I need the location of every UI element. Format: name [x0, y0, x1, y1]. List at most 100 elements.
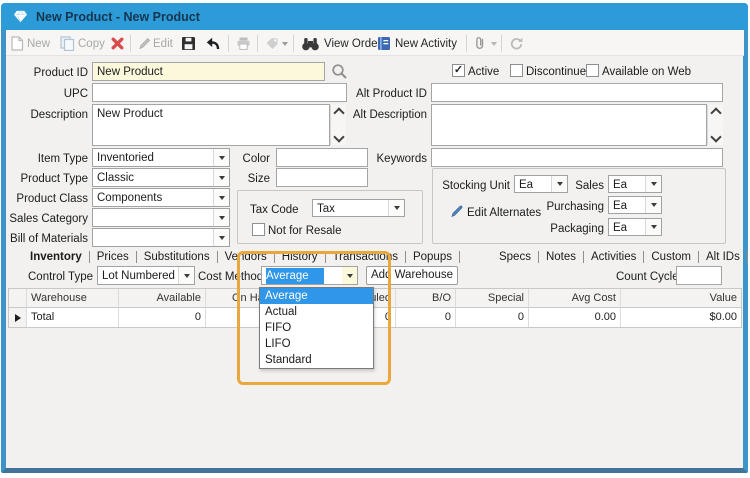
table-row-total[interactable]: Total 0 0 0 0 0.00 $0.00 [9, 308, 741, 327]
chevron-down-icon[interactable] [213, 189, 229, 206]
binoculars-icon[interactable] [301, 37, 320, 51]
alt-product-id-input[interactable] [431, 83, 723, 102]
tab-transactions[interactable]: Transactions [331, 251, 400, 263]
tag-dropdown-caret-icon[interactable] [282, 42, 288, 46]
cell-avg-cost: 0.00 [529, 308, 621, 327]
tax-code-select[interactable]: Tax [312, 199, 405, 217]
tab-activities[interactable]: Activities [589, 251, 638, 263]
chevron-down-icon[interactable] [342, 267, 357, 284]
tab-alt-ids[interactable]: Alt IDs [704, 251, 742, 263]
option-actual[interactable]: Actual [260, 304, 373, 320]
tab-history[interactable]: History [280, 251, 320, 263]
chevron-down-icon[interactable] [178, 267, 194, 284]
not-for-resale-checkbox[interactable] [252, 223, 265, 236]
item-type-select[interactable]: Inventoried [92, 148, 230, 167]
paperclip-dropdown-caret-icon[interactable] [491, 42, 497, 46]
packaging-unit-select[interactable]: Ea [608, 218, 662, 236]
col-avg-cost[interactable]: Avg Cost [529, 289, 621, 308]
copy-icon[interactable] [60, 36, 75, 51]
copy-button[interactable]: Copy [78, 37, 105, 52]
available-on-web-checkbox[interactable] [586, 64, 599, 77]
col-warehouse[interactable]: Warehouse [27, 289, 119, 308]
count-cycle-input[interactable] [676, 266, 722, 285]
scroll-down-icon[interactable] [710, 131, 721, 142]
app-gem-icon [13, 9, 28, 24]
tab-vendors[interactable]: Vendors [223, 251, 269, 263]
product-class-select[interactable]: Components [92, 188, 230, 207]
scroll-up-icon[interactable] [710, 107, 721, 118]
edit-alternates-button[interactable]: Edit Alternates [467, 206, 541, 220]
keywords-input[interactable] [431, 148, 723, 167]
active-checkbox[interactable]: ✓ [452, 64, 465, 77]
size-input[interactable] [276, 168, 368, 187]
new-document-icon[interactable] [10, 36, 24, 51]
item-type-label: Item Type [6, 152, 88, 166]
chevron-down-icon[interactable] [213, 169, 229, 186]
product-id-input[interactable]: New Product [92, 62, 325, 81]
chevron-down-icon[interactable] [645, 197, 661, 213]
chevron-down-icon[interactable] [213, 149, 229, 166]
new-activity-button[interactable]: New Activity [395, 37, 457, 52]
sales-category-select[interactable] [92, 208, 230, 227]
edit-pencil-icon[interactable] [138, 37, 151, 50]
window-title: New Product - New Product [36, 10, 200, 24]
product-type-select[interactable]: Classic [92, 168, 230, 187]
edit-button[interactable]: Edit [153, 37, 173, 52]
color-input[interactable] [276, 148, 368, 167]
search-icon[interactable] [331, 63, 348, 80]
chevron-down-icon[interactable] [388, 200, 404, 216]
alt-description-scrollbar[interactable] [707, 105, 723, 145]
bill-of-materials-select[interactable] [92, 228, 230, 247]
toolbar-separator [466, 35, 467, 52]
option-lifo[interactable]: LIFO [260, 336, 373, 352]
option-standard[interactable]: Standard [260, 352, 373, 368]
paperclip-icon[interactable] [474, 36, 486, 51]
delete-x-icon[interactable] [111, 37, 124, 50]
description-textarea[interactable]: New Product [92, 104, 330, 146]
option-fifo[interactable]: FIFO [260, 320, 373, 336]
tab-specs[interactable]: Specs [497, 251, 533, 263]
tab-custom[interactable]: Custom [649, 251, 693, 263]
col-bo[interactable]: B/O [396, 289, 456, 308]
tab-substitutions[interactable]: Substitutions [142, 251, 212, 263]
size-label: Size [230, 172, 270, 186]
add-warehouse-button[interactable]: Add Warehouse [366, 266, 458, 285]
tag-icon[interactable] [265, 37, 279, 50]
cost-method-select[interactable]: Average [261, 266, 358, 285]
discontinue-checkbox[interactable] [510, 64, 523, 77]
packaging-unit-label: Packaging [542, 222, 604, 236]
title-bar[interactable]: New Product - New Product [1, 3, 748, 30]
tab-popups[interactable]: Popups [411, 251, 454, 263]
purchasing-unit-select[interactable]: Ea [608, 196, 662, 214]
tab-prices[interactable]: Prices [95, 251, 131, 263]
option-average[interactable]: Average [260, 288, 373, 304]
alt-description-textarea[interactable] [431, 104, 707, 146]
scroll-down-icon[interactable] [333, 131, 344, 142]
cost-method-dropdown-list: Average Actual FIFO LIFO Standard [259, 287, 374, 369]
tab-notes[interactable]: Notes [544, 251, 578, 263]
new-activity-icon[interactable] [377, 36, 391, 51]
undo-icon[interactable] [205, 36, 220, 51]
view-order-button[interactable]: View Order [324, 37, 381, 52]
chevron-down-icon[interactable] [645, 219, 661, 235]
sales-category-label: Sales Category [6, 212, 88, 226]
col-special[interactable]: Special [456, 289, 529, 308]
alt-product-id-label: Alt Product ID [347, 87, 427, 101]
new-button[interactable]: New [27, 37, 50, 52]
toolbar-separator [501, 35, 502, 52]
col-value[interactable]: Value [621, 289, 741, 308]
print-icon[interactable] [236, 36, 251, 51]
upc-input[interactable] [92, 83, 347, 102]
control-type-select[interactable]: Lot Numbered [97, 266, 195, 285]
tab-inventory[interactable]: Inventory [28, 251, 84, 263]
chevron-down-icon[interactable] [213, 209, 229, 226]
refresh-icon[interactable] [509, 36, 524, 51]
product-type-value: Classic [97, 172, 134, 184]
col-available[interactable]: Available [119, 289, 206, 308]
save-icon[interactable] [181, 36, 196, 51]
chevron-down-icon[interactable] [645, 176, 661, 192]
chevron-down-icon[interactable] [213, 229, 229, 246]
sales-unit-select[interactable]: Ea [608, 175, 662, 193]
edit-alternates-pencil-icon[interactable] [450, 204, 464, 218]
item-type-value: Inventoried [97, 152, 154, 164]
